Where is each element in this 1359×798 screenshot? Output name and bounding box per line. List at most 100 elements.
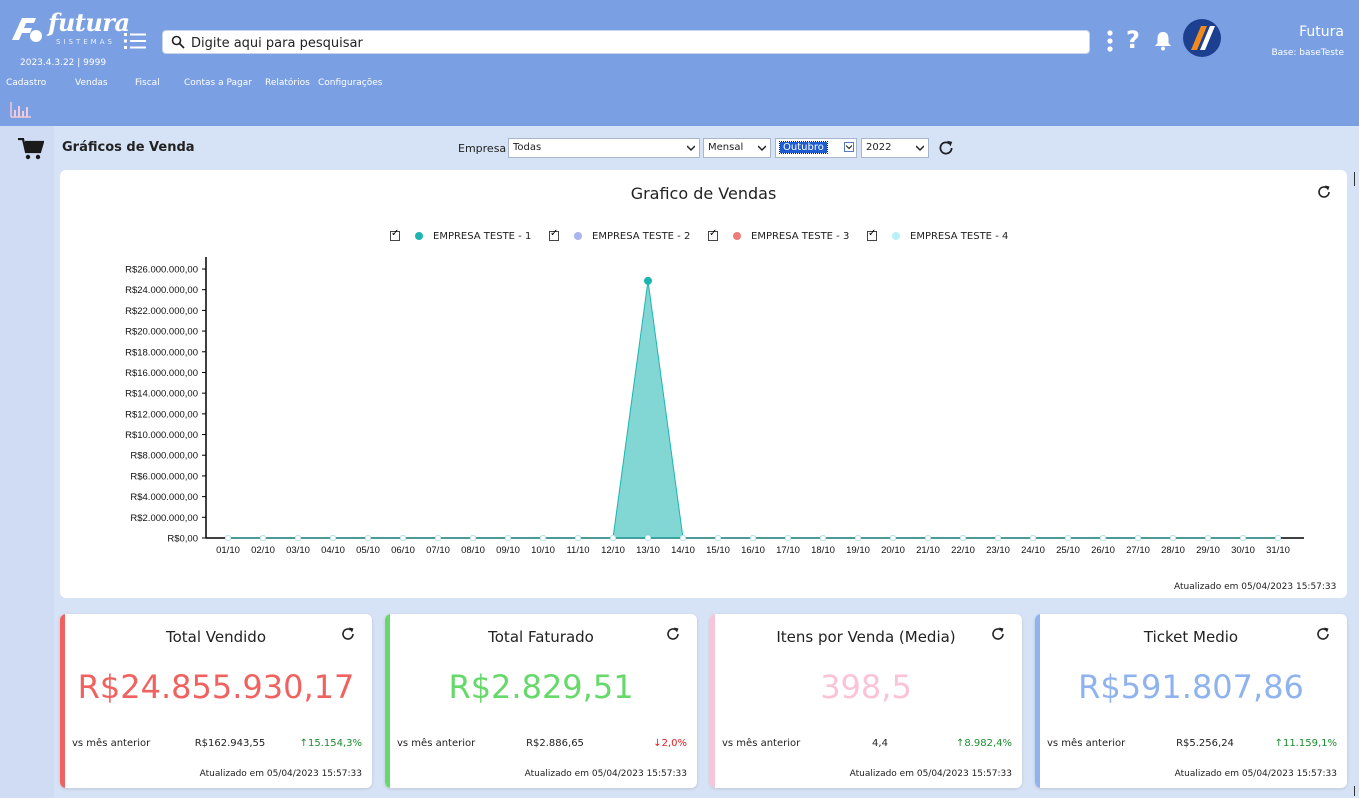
data-point xyxy=(365,535,371,541)
x-tick-label: 16/10 xyxy=(741,545,765,556)
avatar[interactable] xyxy=(1182,18,1222,58)
y-tick-label: R$26.000.000,00 xyxy=(125,265,198,276)
version-label: 2023.4.3.22 | 9999 xyxy=(20,58,107,68)
x-tick-label: 22/10 xyxy=(951,545,975,556)
menu-item-fiscal[interactable]: Fiscal xyxy=(135,78,160,88)
help-icon[interactable]: ? xyxy=(1126,26,1140,54)
more-vertical-icon[interactable] xyxy=(1106,30,1114,52)
x-tick-label: 07/10 xyxy=(426,545,450,556)
refresh-icon[interactable] xyxy=(340,626,356,642)
y-tick-label: R$14.000.000,00 xyxy=(125,389,198,400)
x-tick-label: 14/10 xyxy=(671,545,695,556)
empresa-select[interactable]: Todas xyxy=(508,138,700,158)
data-point xyxy=(1275,535,1281,541)
y-tick-label: R$12.000.000,00 xyxy=(125,409,198,420)
mes-value: Outubro xyxy=(779,141,828,154)
x-tick-label: 29/10 xyxy=(1196,545,1220,556)
kpi-value: R$591.807,86 xyxy=(1078,668,1304,706)
kpi-previous-value: R$162.943,55 xyxy=(194,738,266,749)
chart-updated-label: Atualizado em 05/04/2023 15:57:33 xyxy=(1174,582,1337,592)
x-tick-label: 30/10 xyxy=(1231,545,1255,556)
kpi-previous-value: R$5.256,24 xyxy=(1176,738,1234,749)
empresa-value: Todas xyxy=(513,142,542,153)
data-point xyxy=(1240,535,1246,541)
y-tick-label: R$6.000.000,00 xyxy=(130,471,198,482)
data-point xyxy=(260,535,266,541)
y-tick-label: R$18.000.000,00 xyxy=(125,347,198,358)
x-tick-label: 06/10 xyxy=(391,545,415,556)
bell-icon[interactable] xyxy=(1154,31,1172,51)
x-tick-label: 20/10 xyxy=(881,545,905,556)
sales-chart: R$0,00 R$2.000.000,00 R$4.000.000,00 R$6.00… xyxy=(125,257,1304,556)
menu-item-relatorios[interactable]: Relatórios xyxy=(265,78,310,88)
kpi-delta: ↑15.154,3% xyxy=(299,738,362,749)
x-tick-label: 02/10 xyxy=(251,545,275,556)
kpi-updated-label: Atualizado em 05/04/2023 15:57:33 xyxy=(1174,769,1337,779)
menu-item-contas-a-pagar[interactable]: Contas a Pagar xyxy=(184,78,252,88)
data-point xyxy=(644,276,652,285)
cart-icon[interactable] xyxy=(18,138,44,160)
x-tick-label: 31/10 xyxy=(1266,545,1290,556)
y-tick-label: R$0,00 xyxy=(167,534,198,545)
kpi-compare-label: vs mês anterior xyxy=(397,738,476,749)
x-tick-label: 21/10 xyxy=(916,545,940,556)
data-point xyxy=(330,535,336,541)
x-tick-label: 19/10 xyxy=(846,545,870,556)
x-tick-label: 04/10 xyxy=(321,545,345,556)
kpi-updated-label: Atualizado em 05/04/2023 15:57:33 xyxy=(524,769,687,779)
page-title: Gráficos de Venda xyxy=(62,140,195,155)
y-tick-label: R$8.000.000,00 xyxy=(130,451,198,462)
search-input[interactable] xyxy=(189,32,1073,54)
menu-item-cadastro[interactable]: Cadastro xyxy=(6,78,46,88)
refresh-icon[interactable] xyxy=(1315,626,1331,642)
x-tick-label: 18/10 xyxy=(811,545,835,556)
scrollbar-mark xyxy=(1354,786,1359,796)
kpi-previous-value: 4,4 xyxy=(872,738,888,749)
kpi-value: R$24.855.930,17 xyxy=(77,668,355,706)
empresa-label: Empresa xyxy=(458,142,507,155)
periodo-select[interactable]: Mensal xyxy=(703,138,771,158)
data-point xyxy=(995,535,1001,541)
x-tick-label: 10/10 xyxy=(531,545,555,556)
bar-chart-icon[interactable] xyxy=(10,102,32,118)
kpi-title: Itens por Venda (Media) xyxy=(776,628,956,646)
x-tick-label: 12/10 xyxy=(601,545,625,556)
data-point xyxy=(1030,535,1036,541)
data-point xyxy=(1065,535,1071,541)
user-name[interactable]: Futura xyxy=(1244,24,1344,40)
menu-item-configuracoes[interactable]: Configurações xyxy=(318,78,382,88)
kpi-card-ticket-medio: Ticket Medio R$591.807,86 vs mês anterio… xyxy=(1035,614,1347,788)
y-tick-label: R$20.000.000,00 xyxy=(125,327,198,338)
ano-select[interactable]: 2022 xyxy=(861,138,929,158)
search-bar[interactable] xyxy=(162,30,1090,54)
kpi-delta: ↑8.982,4% xyxy=(955,738,1012,749)
kpi-title: Total Faturado xyxy=(488,628,594,646)
x-tick-label: 28/10 xyxy=(1161,545,1185,556)
refresh-icon[interactable] xyxy=(990,626,1006,642)
menu-item-vendas[interactable]: Vendas xyxy=(75,78,108,88)
kpi-card-itens-por-venda: Itens por Venda (Media) 398,5 vs mês ant… xyxy=(710,614,1022,788)
kpi-title: Ticket Medio xyxy=(1143,628,1239,646)
x-tick-label: 09/10 xyxy=(496,545,520,556)
logo-subtext: SISTEMAS xyxy=(56,38,115,46)
data-point xyxy=(295,535,301,541)
x-tick-label: 25/10 xyxy=(1056,545,1080,556)
x-tick-label: 26/10 xyxy=(1091,545,1115,556)
data-point xyxy=(540,535,546,541)
data-point xyxy=(680,535,686,541)
menu-list-icon[interactable] xyxy=(124,32,146,50)
data-point xyxy=(470,535,476,541)
data-point xyxy=(785,535,791,541)
y-tick-label: R$10.000.000,00 xyxy=(125,430,198,441)
search-icon xyxy=(171,35,185,49)
sidebar xyxy=(0,126,54,798)
refresh-icon[interactable] xyxy=(665,626,681,642)
x-tick-label: 15/10 xyxy=(706,545,730,556)
ano-value: 2022 xyxy=(866,142,892,153)
data-point xyxy=(750,535,756,541)
refresh-filters-icon[interactable] xyxy=(937,139,955,157)
data-point xyxy=(960,535,966,541)
mes-select[interactable]: Outubro xyxy=(775,138,857,158)
periodo-value: Mensal xyxy=(708,142,744,153)
data-point xyxy=(505,535,511,541)
